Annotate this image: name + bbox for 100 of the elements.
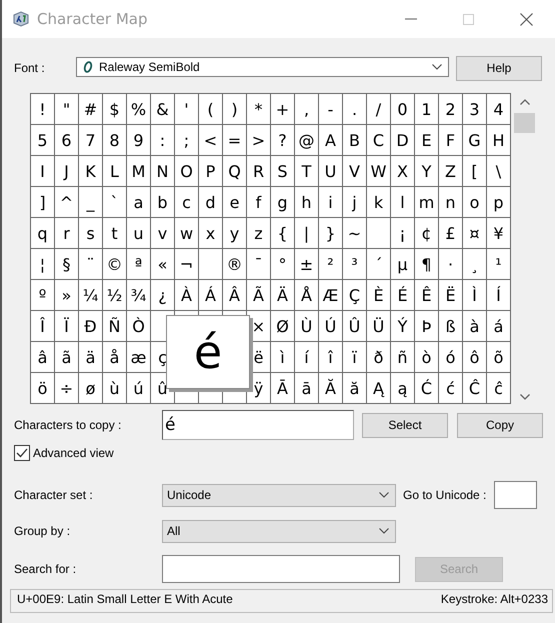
character-cell[interactable]: ¨ — [79, 249, 102, 279]
checkbox[interactable] — [14, 445, 30, 461]
scroll-up-icon[interactable] — [520, 99, 530, 105]
character-cell[interactable]: ¥ — [487, 218, 510, 248]
character-cell[interactable]: ; — [175, 125, 198, 155]
character-cell[interactable]: V — [343, 156, 366, 186]
character-cell[interactable]: 7 — [79, 125, 102, 155]
character-cell[interactable]: R — [247, 156, 270, 186]
character-cell[interactable]: ð — [367, 342, 390, 372]
character-cell[interactable]: 5 — [31, 125, 54, 155]
character-cell[interactable]: ô — [463, 342, 486, 372]
character-cell[interactable]: Þ — [415, 311, 438, 341]
character-cell[interactable]: b — [151, 187, 174, 217]
character-cell[interactable]: W — [367, 156, 390, 186]
character-cell[interactable]: y — [223, 218, 246, 248]
character-cell[interactable]: ì — [271, 342, 294, 372]
character-cell[interactable]: Y — [415, 156, 438, 186]
character-cell[interactable]: Ü — [367, 311, 390, 341]
character-cell[interactable]: p — [487, 187, 510, 217]
character-cell[interactable]: w — [175, 218, 198, 248]
character-cell[interactable]: õ — [487, 342, 510, 372]
character-cell[interactable]: ¾ — [127, 280, 150, 310]
go-to-unicode-field[interactable] — [494, 481, 538, 509]
minimize-icon[interactable] — [405, 18, 417, 20]
character-cell[interactable]: x — [199, 218, 222, 248]
character-cell[interactable]: ú — [127, 373, 150, 403]
character-cell[interactable]: D — [391, 125, 414, 155]
character-cell[interactable] — [367, 218, 390, 248]
character-cell[interactable]: m — [415, 187, 438, 217]
character-cell[interactable]: h — [295, 187, 318, 217]
character-cell[interactable]: A — [319, 125, 342, 155]
character-cell[interactable]: ¡ — [391, 218, 414, 248]
character-cell[interactable]: M — [127, 156, 150, 186]
character-cell[interactable]: ` — [103, 187, 126, 217]
character-cell[interactable]: » — [55, 280, 78, 310]
character-cell[interactable]: r — [55, 218, 78, 248]
character-cell[interactable]: ] — [31, 187, 54, 217]
character-cell[interactable]: ? — [271, 125, 294, 155]
character-cell[interactable]: Â — [223, 280, 246, 310]
character-cell[interactable]: º — [31, 280, 54, 310]
character-cell[interactable]: Ì — [463, 280, 486, 310]
character-cell[interactable]: ã — [55, 342, 78, 372]
character-cell[interactable]: Ą — [367, 373, 390, 403]
character-cell[interactable]: - — [319, 94, 342, 124]
character-cell[interactable]: % — [127, 94, 150, 124]
character-cell[interactable]: } — [319, 218, 342, 248]
character-cell[interactable]: Å — [295, 280, 318, 310]
character-cell[interactable]: ´ — [367, 249, 390, 279]
character-cell[interactable]: " — [55, 94, 78, 124]
character-cell[interactable]: Ã — [247, 280, 270, 310]
character-cell[interactable]: t — [103, 218, 126, 248]
character-cell[interactable]: î — [319, 342, 342, 372]
character-cell[interactable]: ¦ — [31, 249, 54, 279]
character-cell[interactable]: H — [487, 125, 510, 155]
character-cell[interactable]: í — [295, 342, 318, 372]
characters-to-copy-field[interactable]: é — [162, 410, 354, 440]
font-dropdown[interactable]: Raleway SemiBold — [76, 56, 449, 76]
character-cell[interactable]: ¯ — [247, 249, 270, 279]
character-cell[interactable]: K — [79, 156, 102, 186]
character-cell[interactable]: £ — [439, 218, 462, 248]
character-cell[interactable]: = — [223, 125, 246, 155]
character-cell[interactable]: ñ — [391, 342, 414, 372]
character-cell[interactable]: l — [391, 187, 414, 217]
character-cell[interactable]: Ë — [439, 280, 462, 310]
character-cell[interactable]: ² — [319, 249, 342, 279]
character-cell[interactable]: ª — [127, 249, 150, 279]
character-cell[interactable]: u — [127, 218, 150, 248]
character-cell[interactable]: ½ — [103, 280, 126, 310]
character-cell[interactable]: 1 — [415, 94, 438, 124]
character-cell[interactable]: ÷ — [55, 373, 78, 403]
character-cell[interactable]: 9 — [127, 125, 150, 155]
character-cell[interactable]: · — [439, 249, 462, 279]
close-icon[interactable] — [520, 12, 533, 26]
character-cell[interactable]: { — [271, 218, 294, 248]
character-cell[interactable]: Ñ — [103, 311, 126, 341]
character-cell[interactable]: / — [367, 94, 390, 124]
character-cell[interactable]: ) — [223, 94, 246, 124]
character-cell[interactable]: ® — [223, 249, 246, 279]
character-cell[interactable]: 3 — [463, 94, 486, 124]
character-cell[interactable]: Ò — [127, 311, 150, 341]
character-cell[interactable]: Ø — [271, 311, 294, 341]
character-cell[interactable]: + — [271, 94, 294, 124]
character-cell[interactable]: e — [223, 187, 246, 217]
character-cell[interactable]: © — [103, 249, 126, 279]
character-cell[interactable]: d — [199, 187, 222, 217]
character-cell[interactable]: N — [151, 156, 174, 186]
help-button[interactable]: Help — [456, 56, 542, 80]
character-cell[interactable]: s — [79, 218, 102, 248]
character-cell[interactable]: § — [55, 249, 78, 279]
character-cell[interactable]: Ú — [319, 311, 342, 341]
character-cell[interactable]: k — [367, 187, 390, 217]
character-cell[interactable]: | — [295, 218, 318, 248]
character-cell[interactable]: ø — [79, 373, 102, 403]
character-cell[interactable]: ą — [391, 373, 414, 403]
character-cell[interactable]: J — [55, 156, 78, 186]
character-cell[interactable]: µ — [391, 249, 414, 279]
character-cell[interactable]: v — [151, 218, 174, 248]
character-cell[interactable]: å — [103, 342, 126, 372]
character-cell[interactable]: ~ — [343, 218, 366, 248]
scroll-down-icon[interactable] — [520, 394, 530, 400]
